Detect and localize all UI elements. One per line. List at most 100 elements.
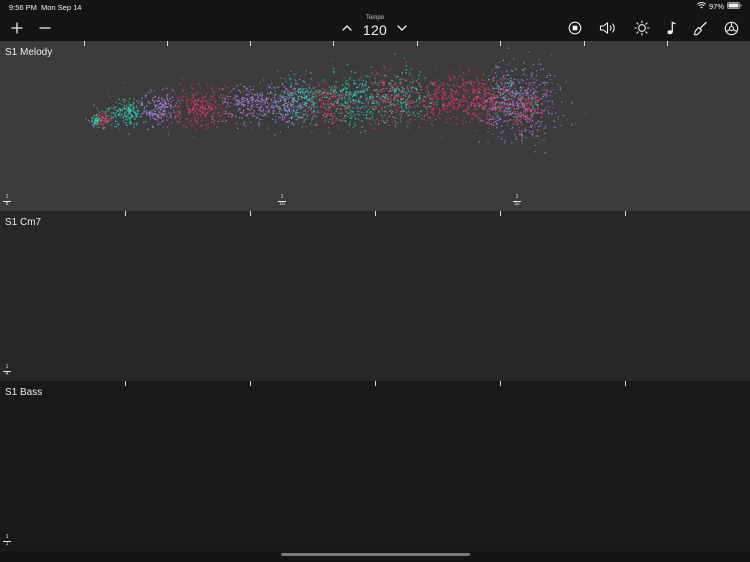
particle <box>525 129 527 131</box>
particle <box>263 99 265 101</box>
add-track-button[interactable] <box>5 16 29 40</box>
particle <box>388 107 390 110</box>
particle <box>400 96 402 98</box>
track-chord[interactable]: S1 Cm7 1 4 <box>0 211 750 381</box>
particle <box>398 88 400 90</box>
particle <box>193 107 195 110</box>
particle <box>263 113 265 115</box>
particle <box>270 105 273 107</box>
remove-track-button[interactable] <box>33 16 57 40</box>
particle <box>109 96 111 98</box>
particle <box>170 104 172 107</box>
beat-tick <box>500 211 501 216</box>
particle <box>534 124 536 126</box>
particle <box>367 104 369 106</box>
particle <box>513 119 515 121</box>
particle <box>530 102 532 104</box>
track-bass[interactable]: S1 Bass 1 1 <box>0 381 750 551</box>
particle <box>351 116 353 118</box>
particle <box>286 102 288 104</box>
music-note-button[interactable] <box>659 16 683 40</box>
particle <box>193 125 196 127</box>
particle <box>348 92 350 95</box>
particle <box>196 102 198 104</box>
particle <box>165 110 167 113</box>
particle <box>369 112 371 114</box>
particle <box>103 124 105 126</box>
particle <box>530 126 532 128</box>
particle <box>375 70 377 72</box>
particle <box>383 111 385 113</box>
particle <box>190 102 192 104</box>
particle <box>95 114 97 116</box>
note-division-label[interactable]: 1 1 <box>2 535 12 547</box>
particle <box>345 93 347 95</box>
particle <box>287 104 289 106</box>
particle <box>294 105 296 107</box>
particle <box>307 107 309 109</box>
particle <box>512 106 514 108</box>
particle <box>90 117 93 119</box>
particle <box>385 122 387 124</box>
particle <box>135 123 138 125</box>
particle <box>285 121 287 123</box>
particle <box>326 91 328 93</box>
particle <box>404 111 407 113</box>
home-indicator[interactable] <box>281 553 470 556</box>
note-division-label[interactable]: 1 4 <box>2 365 12 377</box>
volume-button[interactable] <box>596 16 620 40</box>
particle <box>262 99 264 101</box>
particle <box>155 105 157 108</box>
particle <box>388 99 391 101</box>
settings-button[interactable] <box>719 16 743 40</box>
particle <box>305 88 307 90</box>
tempo-down-button[interactable] <box>390 16 414 40</box>
brush-button[interactable] <box>688 16 712 40</box>
particle <box>147 128 149 131</box>
particle <box>513 123 515 125</box>
particle <box>166 98 168 100</box>
particle <box>197 90 199 92</box>
particle <box>314 106 317 108</box>
particle <box>222 102 224 104</box>
particle <box>106 120 108 122</box>
brightness-button[interactable] <box>630 16 654 40</box>
tempo-value[interactable]: 120 <box>356 22 394 38</box>
particle <box>349 121 351 123</box>
particle <box>431 119 433 121</box>
particle <box>390 105 392 107</box>
particle <box>115 115 117 117</box>
particle <box>166 119 168 121</box>
division-denominator: 1 <box>5 541 9 547</box>
particle <box>140 104 143 107</box>
particle <box>128 119 131 121</box>
note-division-label[interactable]: 1 16 <box>277 195 287 207</box>
particle <box>511 142 513 144</box>
particle <box>306 110 309 112</box>
particle <box>496 86 498 88</box>
particle <box>253 115 255 117</box>
stop-button[interactable] <box>563 16 587 40</box>
particle <box>504 107 506 109</box>
particle <box>360 96 362 98</box>
particle <box>345 115 347 117</box>
particle <box>242 113 244 115</box>
particle <box>129 103 131 106</box>
particle <box>348 108 351 110</box>
track-melody[interactable]: S1 Melody 1 8 1 16 1 32 <box>0 41 750 211</box>
note-division-label[interactable]: 1 32 <box>512 195 522 207</box>
particle <box>429 96 431 98</box>
note-division-label[interactable]: 1 8 <box>2 195 12 207</box>
particle <box>470 83 472 85</box>
particle <box>277 106 279 108</box>
particle <box>296 101 298 103</box>
particle <box>354 124 356 127</box>
particle <box>426 111 428 113</box>
particle <box>96 107 98 109</box>
particle <box>157 114 159 116</box>
particle <box>475 89 477 91</box>
particle <box>236 84 239 86</box>
particle <box>301 101 304 103</box>
particle <box>360 95 362 97</box>
particle <box>295 118 297 121</box>
